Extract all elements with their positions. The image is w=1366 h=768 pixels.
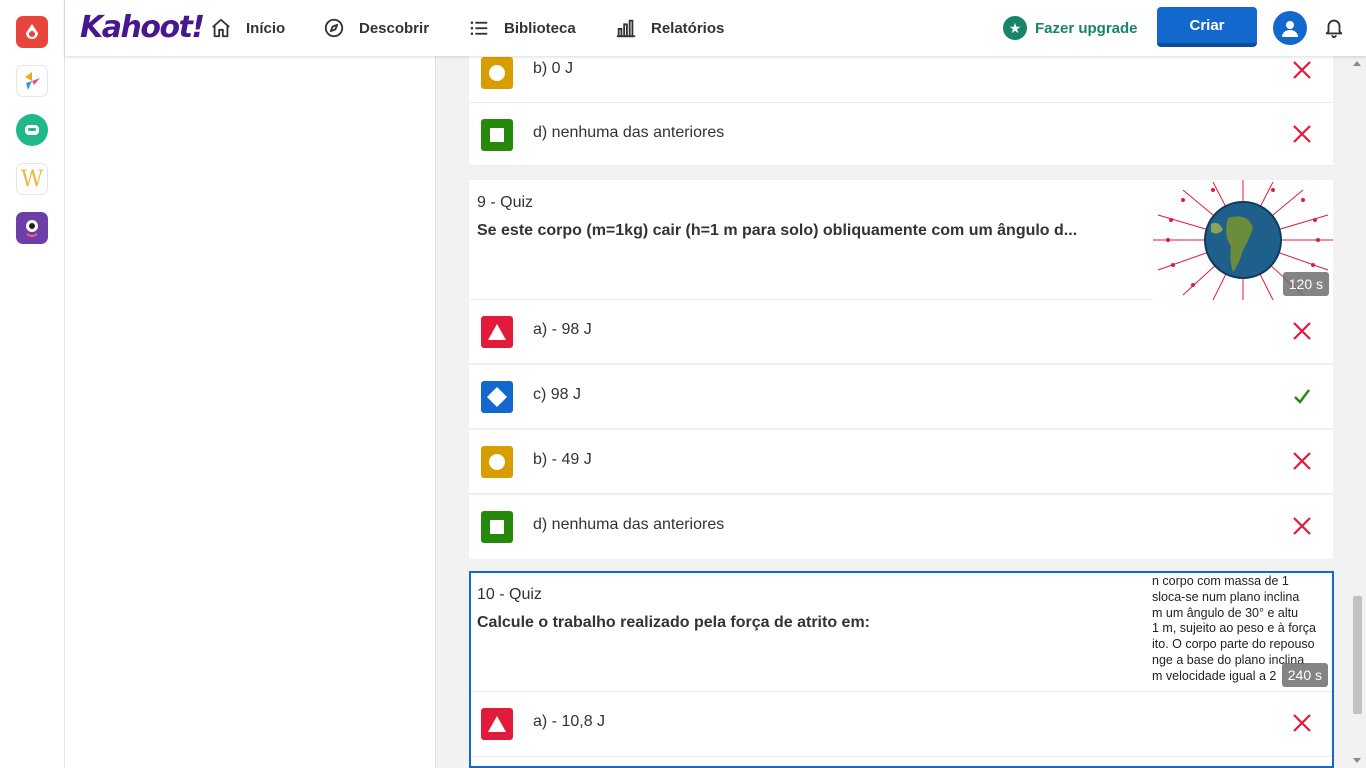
square-shape-icon	[481, 511, 513, 543]
answer-text: d) nenhuma das anteriores	[533, 516, 725, 533]
answer-row: b) - 49 J	[469, 430, 1333, 494]
extension-monster-icon[interactable]	[16, 212, 48, 244]
nav-label-biblioteca: Biblioteca	[504, 19, 576, 37]
answer-text: b) 0 J	[533, 60, 574, 77]
extension-star-icon[interactable]	[16, 65, 48, 97]
time-limit-badge: 240 s	[1281, 663, 1328, 687]
answer-row: a) - 98 J	[469, 300, 1333, 364]
wrong-cross-icon	[1293, 452, 1311, 470]
nav-label-inicio: Início	[246, 19, 286, 37]
image-text-line: 1 m, sujeito ao peso e à força	[1152, 621, 1316, 636]
upgrade-label: Fazer upgrade	[1035, 19, 1138, 37]
question-card-selected[interactable]: 10 - Quiz Calcule o trabalho realizado p…	[469, 571, 1334, 768]
nav-item-relatorios[interactable]: Relatórios	[615, 0, 724, 56]
extension-sidebar: W	[0, 0, 65, 768]
scrollbar-thumb[interactable]	[1353, 596, 1362, 714]
answer-row: a) - 10,8 J	[471, 692, 1332, 756]
question-image: n corpo com massa de 1 sloca-se num plan…	[1152, 573, 1332, 691]
bar-chart-icon	[616, 19, 636, 38]
wrong-cross-icon	[1293, 61, 1311, 79]
question-header: 9 - Quiz	[477, 194, 534, 211]
nav-label-descobrir: Descobrir	[359, 19, 430, 37]
answer-text: a) - 10,8 J	[533, 713, 606, 730]
answer-text: c) 98 J	[533, 386, 582, 403]
nav-item-descobrir[interactable]: Descobrir	[323, 0, 429, 56]
wrong-cross-icon	[1293, 322, 1311, 340]
notification-bell-icon[interactable]	[1323, 16, 1345, 38]
correct-check-icon	[1294, 389, 1310, 404]
diamond-shape-icon	[481, 381, 513, 413]
answer-text: a) - 98 J	[533, 321, 592, 338]
nav-label-relatorios: Relatórios	[651, 19, 725, 37]
triangle-shape-icon	[481, 316, 513, 348]
scroll-down-arrow-icon[interactable]	[1353, 758, 1361, 763]
extension-bot-icon[interactable]	[16, 114, 48, 146]
image-text-line: sloca-se num plano inclina	[1152, 589, 1300, 604]
question-title: Calcule o trabalho realizado pela força …	[477, 614, 870, 631]
wrong-cross-icon	[1293, 714, 1311, 732]
time-limit-badge: 120 s	[1282, 272, 1329, 296]
square-shape-icon	[481, 119, 513, 151]
wrong-cross-icon	[1293, 125, 1311, 143]
image-text-line: ito. O corpo parte do repouso	[1152, 637, 1315, 652]
divider	[471, 756, 1332, 757]
top-navigation-bar: Kahoot! Início Descobrir Biblioteca Rela…	[65, 0, 1366, 56]
kahoot-logo[interactable]: Kahoot!	[80, 10, 205, 45]
circle-shape-icon	[481, 446, 513, 478]
answer-row: c) 98 J	[469, 365, 1333, 429]
create-button[interactable]: Criar	[1157, 7, 1257, 47]
wrong-cross-icon	[1293, 517, 1311, 535]
question-card[interactable]: 9 - Quiz Se este corpo (m=1kg) cair (h=1…	[469, 180, 1333, 300]
question-image: 120 s	[1153, 180, 1333, 300]
extension-w-icon[interactable]: W	[16, 163, 48, 195]
user-avatar-icon[interactable]	[1273, 11, 1307, 45]
circle-shape-icon	[481, 57, 513, 89]
nav-item-inicio[interactable]: Início	[210, 0, 285, 56]
star-icon: ★	[1003, 16, 1027, 40]
upgrade-link[interactable]: ★ Fazer upgrade	[1003, 0, 1138, 56]
triangle-shape-icon	[481, 708, 513, 740]
image-text-line: n corpo com massa de 1	[1152, 574, 1289, 588]
image-text-line: m um ângulo de 30° e altu	[1152, 605, 1299, 620]
list-icon	[470, 21, 488, 35]
left-panel	[65, 56, 436, 768]
answer-row: b) 0 J	[469, 56, 1333, 103]
question-header: 10 - Quiz	[477, 586, 542, 603]
answer-row: d) nenhuma das anteriores	[469, 495, 1333, 559]
home-icon	[212, 18, 230, 38]
scroll-up-arrow-icon[interactable]	[1353, 61, 1361, 66]
extension-drop-icon[interactable]	[16, 16, 48, 48]
compass-icon	[324, 18, 344, 38]
page-scrollbar[interactable]	[1349, 56, 1366, 768]
answer-text: d) nenhuma das anteriores	[533, 124, 725, 141]
answer-row: d) nenhuma das anteriores	[469, 103, 1333, 166]
question-title: Se este corpo (m=1kg) cair (h=1 m para s…	[477, 222, 1078, 239]
answer-text: b) - 49 J	[533, 451, 592, 468]
nav-item-biblioteca[interactable]: Biblioteca	[468, 0, 576, 56]
